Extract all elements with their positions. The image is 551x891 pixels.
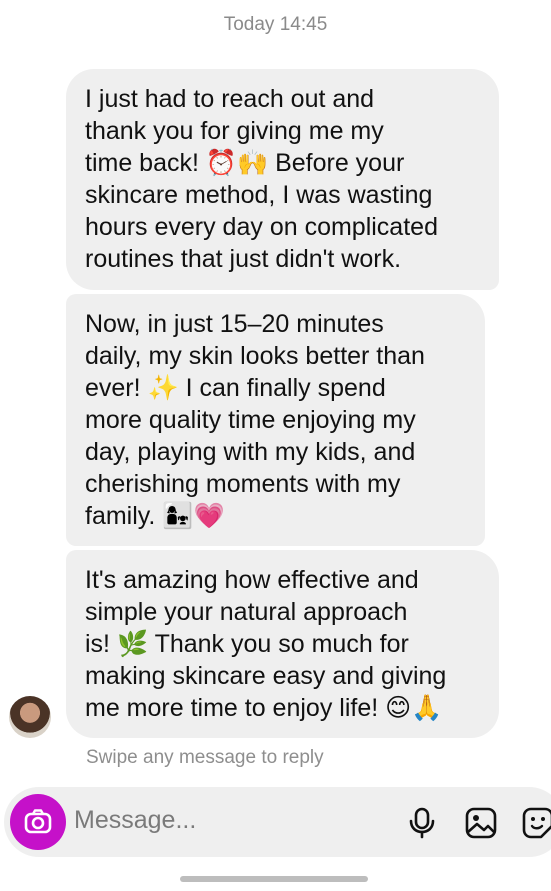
microphone-icon[interactable] — [407, 807, 437, 839]
message-composer[interactable]: Message... — [4, 787, 551, 857]
sticker-icon[interactable] — [522, 807, 551, 839]
sender-avatar[interactable] — [9, 696, 51, 738]
swipe-reply-hint: Swipe any message to reply — [86, 747, 324, 768]
camera-icon — [24, 809, 52, 834]
message-bubble[interactable]: Now, in just 15–20 minutes daily, my ski… — [66, 294, 485, 546]
message-timestamp: Today 14:45 — [223, 14, 328, 35]
message-bubble[interactable]: I just had to reach out and thank you fo… — [66, 69, 499, 290]
message-input[interactable]: Message... — [74, 806, 196, 835]
camera-button[interactable] — [10, 794, 66, 850]
home-indicator[interactable] — [180, 876, 368, 882]
gallery-icon[interactable] — [465, 807, 497, 839]
message-bubble[interactable]: It's amazing how effective and simple yo… — [66, 550, 499, 738]
chat-screen: Today 14:45 I just had to reach out and … — [0, 0, 551, 891]
